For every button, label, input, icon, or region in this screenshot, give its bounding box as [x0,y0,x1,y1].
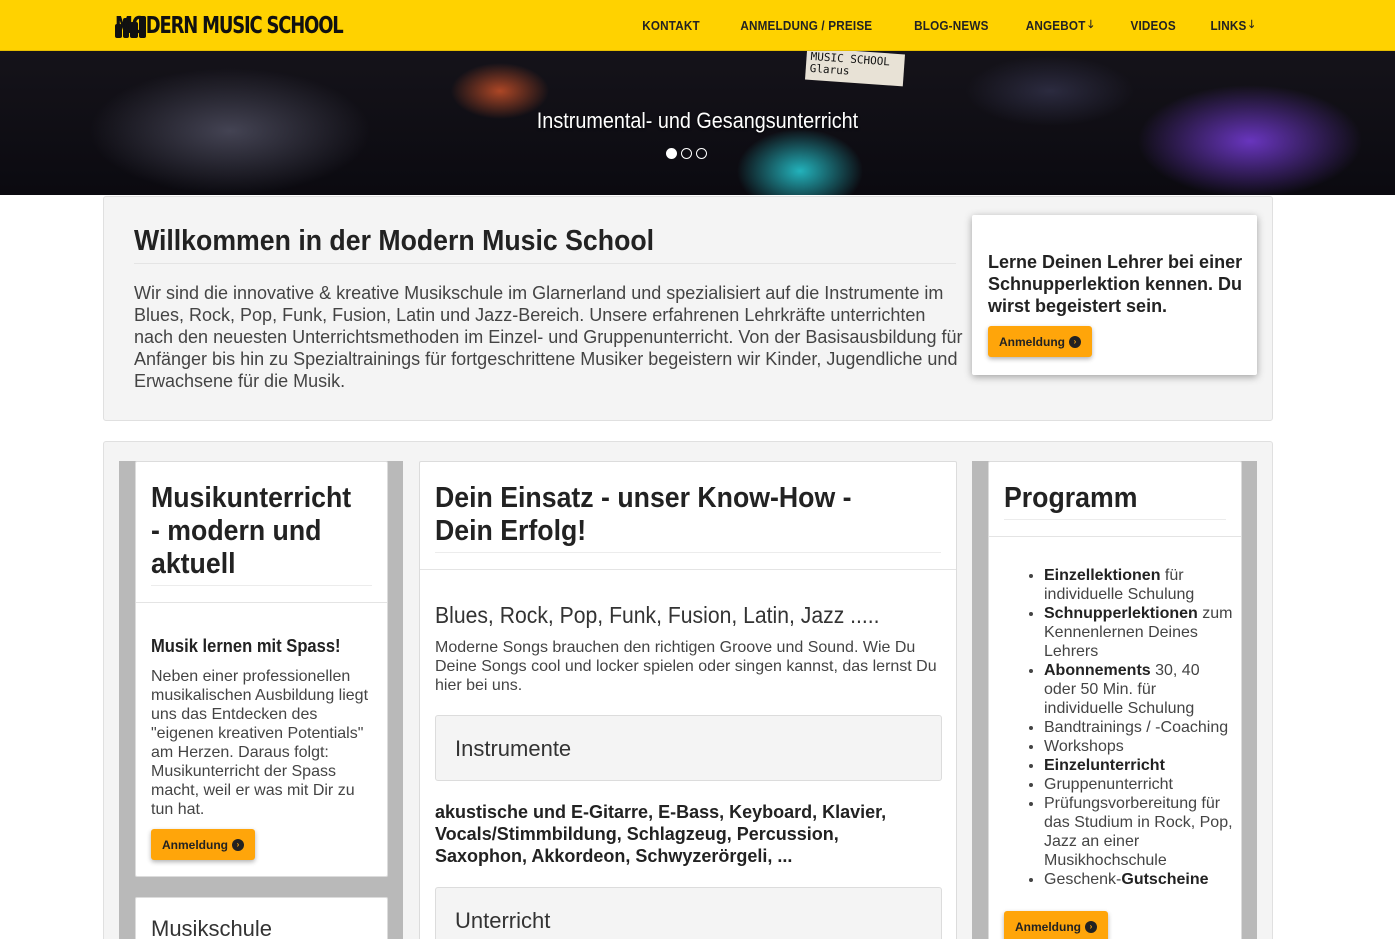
item-text: Prüfungsvorbereitung für das Studium in … [1044,795,1233,869]
list-item: Bandtrainings / -Coaching [1044,718,1234,737]
hero-caption: Instrumental- und Gesangsunterricht [536,108,859,133]
item-text: Bandtrainings / -Coaching [1044,719,1229,736]
chevron-circle-right-icon: › [1069,335,1081,348]
card-title: Programm [1004,482,1226,520]
list-item: Gruppenunterricht [1044,775,1234,794]
item-bold: Schnupperlektionen [1044,605,1198,622]
nav-anmeldung-preise[interactable]: ANMELDUNG / PREISE [740,18,872,33]
nav-label: KONTAKT [642,18,700,33]
arrow-down-icon: 🡓 [1249,19,1255,31]
nav-label: VIDEOS [1130,18,1176,33]
chevron-circle-right-icon: › [232,838,244,851]
card-title: Dein Einsatz - unser Know-How - Dein Erf… [435,482,941,553]
nav-blog-news[interactable]: BLOG-NEWS [914,18,988,33]
site-logo[interactable]: MODERN MUSIC SCHOOL [113,10,356,41]
card-text: Moderne Songs brauchen den richtigen Gro… [435,639,937,694]
carousel-indicators [666,148,711,159]
card-title-text: Dein Einsatz - unser Know-How - Dein Erf… [435,482,852,547]
list-item: Einzellektionen für individuelle Schulun… [1044,566,1234,604]
button-label: Anmeldung [162,837,228,852]
nav-label: ANGEBOT [1026,18,1086,33]
card-lead: Blues, Rock, Pop, Funk, Fusion, Latin, J… [435,602,918,629]
navbar: MODERN MUSIC SCHOOL KONTAKT ANMELDUNG / … [0,0,1395,51]
list-item: Workshops [1044,737,1234,756]
card-header: Musikunterricht - modern und aktuell [136,462,387,603]
list-item: Prüfungsvorbereitung für das Studium in … [1044,794,1234,870]
card-title-text: Musikunterricht - modern und aktuell [151,482,352,580]
card-text: Neben einer professionellen musikalische… [151,668,369,818]
item-bold: Abonnements [1044,662,1151,679]
nav-label: BLOG-NEWS [913,18,989,33]
main-nav: KONTAKT ANMELDUNG / PREISE BLOG-NEWS ANG… [609,0,1257,51]
promo-text: Lerne Deinen Lehrer bei einer Schnupperl… [988,252,1243,316]
list-item: Abonnements 30, 40 oder 50 Min. für indi… [1044,661,1234,718]
card-title: Musikschule [151,916,273,939]
card-lead-text: Blues, Rock, Pop, Funk, Fusion, Latin, J… [435,602,880,628]
instruments-list: akustische und E-Gitarre, E-Bass, Keyboa… [435,802,887,866]
card-subtitle-text: Musik lernen mit Spass! [151,636,341,656]
item-bold: Einzellektionen [1044,567,1161,584]
item-bold: Gutscheine [1121,871,1209,888]
col1-anmeldung-button[interactable]: Anmeldung › [151,829,255,860]
nav-kontakt[interactable]: KONTAKT [642,18,700,33]
promo-card: Lerne Deinen Lehrer bei einer Schnupperl… [972,215,1257,375]
nav-label: LINKS [1210,18,1247,33]
arrow-down-icon: 🡓 [1088,19,1094,31]
panel-unterricht[interactable]: Unterricht [435,887,942,939]
welcome-title-text: Willkommen in der Modern Music School [134,225,655,257]
item-bold: Einzelunterricht [1044,757,1165,774]
carousel-dot-2[interactable] [681,148,692,159]
item-text: Workshops [1044,738,1124,755]
nav-angebot[interactable]: ANGEBOT 🡓 [1026,16,1094,35]
carousel-dot-1[interactable] [666,148,677,159]
list-item: Schnupperlektionen zum Kennenlernen Dein… [1044,604,1234,661]
item-text: Gruppenunterricht [1044,776,1173,793]
list-item: Geschenk-Gutscheine [1044,870,1234,889]
card-musikschule: Musikschule [135,897,388,939]
button-label: Anmeldung [1015,919,1081,934]
hero-carousel[interactable]: MUSIC SCHOOL Glarus Instrumental- und Ge… [0,51,1395,195]
list-item: Einzelunterricht [1044,756,1234,775]
button-label: Anmeldung [999,334,1065,349]
card-subtitle: Musik lernen mit Spass! [151,636,357,657]
card-title: Musikunterricht - modern und aktuell [151,482,372,586]
nav-links[interactable]: LINKS 🡓 [1211,16,1255,35]
card-header: Dein Einsatz - unser Know-How - Dein Erf… [420,462,956,570]
program-list: Einzellektionen für individuelle Schulun… [1044,566,1234,889]
welcome-text: Wir sind die innovative & kreative Musik… [134,283,963,391]
item-text: Geschenk- [1044,871,1122,888]
panel-title: Instrumente [455,736,572,761]
welcome-section: Willkommen in der Modern Music School Wi… [103,196,1273,421]
col3-anmeldung-button[interactable]: Anmeldung › [1004,911,1108,939]
card-know-how: Dein Einsatz - unser Know-How - Dein Erf… [419,461,957,939]
card-musikunterricht: Musikunterricht - modern und aktuell Mus… [135,461,388,877]
welcome-title: Willkommen in der Modern Music School [134,225,956,264]
panel-title: Unterricht [455,908,551,933]
card-header: Programm [989,462,1241,537]
hero-stage-banner: MUSIC SCHOOL Glarus [805,51,905,87]
nav-label: ANMELDUNG / PREISE [740,18,873,33]
nav-videos[interactable]: VIDEOS [1130,18,1175,33]
panel-instrumente[interactable]: Instrumente [435,715,942,781]
card-title-text: Programm [1004,482,1138,514]
promo-anmeldung-button[interactable]: Anmeldung › [988,326,1092,357]
logo-text: MODERN MUSIC SCHOOL [115,12,344,39]
carousel-dot-3[interactable] [696,148,707,159]
card-programm: Programm Einzellektionen für individuell… [988,461,1242,939]
chevron-circle-right-icon: › [1085,920,1097,933]
